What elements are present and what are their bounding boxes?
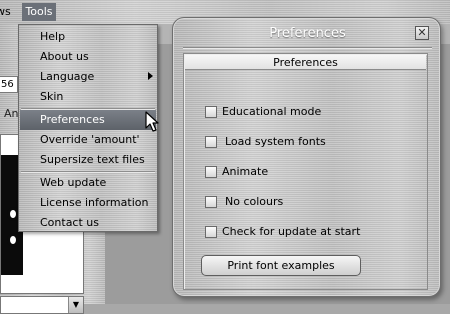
preview-glyph-eye: [7, 233, 19, 247]
option-label: Educational mode: [222, 105, 322, 118]
dialog-title: Preferences: [269, 26, 346, 41]
menu-item-web-update[interactable]: Web update: [20, 173, 156, 193]
menu-item-about-us[interactable]: About us: [20, 47, 156, 67]
menu-tools[interactable]: Tools: [22, 3, 56, 21]
menu-view[interactable]: ws: [0, 3, 14, 21]
mouse-pointer-icon: [145, 111, 159, 132]
checkbox[interactable]: [205, 226, 217, 238]
checkbox[interactable]: [205, 166, 217, 178]
menu-item-skin[interactable]: Skin: [20, 87, 156, 107]
menu-item-language[interactable]: Language: [20, 67, 156, 87]
option-label: Load system fonts: [225, 135, 326, 148]
checkbox[interactable]: [205, 106, 217, 118]
menu-item-preferences[interactable]: Preferences: [20, 110, 156, 130]
font-dropdown[interactable]: ▼: [0, 296, 84, 314]
close-icon[interactable]: ✕: [415, 26, 429, 40]
chevron-down-icon[interactable]: ▼: [68, 297, 83, 313]
checkbox[interactable]: [205, 196, 217, 208]
option-label: No colours: [225, 195, 284, 208]
menu-item-override-amount[interactable]: Override 'amount': [20, 130, 156, 150]
option-label: Animate: [222, 165, 269, 178]
tools-dropdown-menu: Help About us Language Skin Preferences …: [18, 24, 158, 232]
preferences-group: Preferences Educational mode Load system…: [183, 53, 428, 290]
group-title: Preferences: [185, 55, 426, 70]
option-label: Check for update at start: [222, 225, 361, 238]
checkbox[interactable]: [205, 136, 217, 148]
menu-item-contact-us[interactable]: Contact us: [20, 213, 156, 233]
submenu-arrow-icon: [148, 72, 153, 80]
number-input[interactable]: 56: [0, 76, 18, 93]
title-divider: [183, 47, 432, 49]
menu-item-supersize-text-files[interactable]: Supersize text files: [20, 150, 156, 170]
menu-item-help[interactable]: Help: [20, 27, 156, 47]
menu-item-license-information[interactable]: License information: [20, 193, 156, 213]
preferences-dialog: Preferences ✕ Preferences Educational mo…: [172, 17, 441, 297]
print-font-examples-button[interactable]: Print font examples: [201, 255, 361, 276]
